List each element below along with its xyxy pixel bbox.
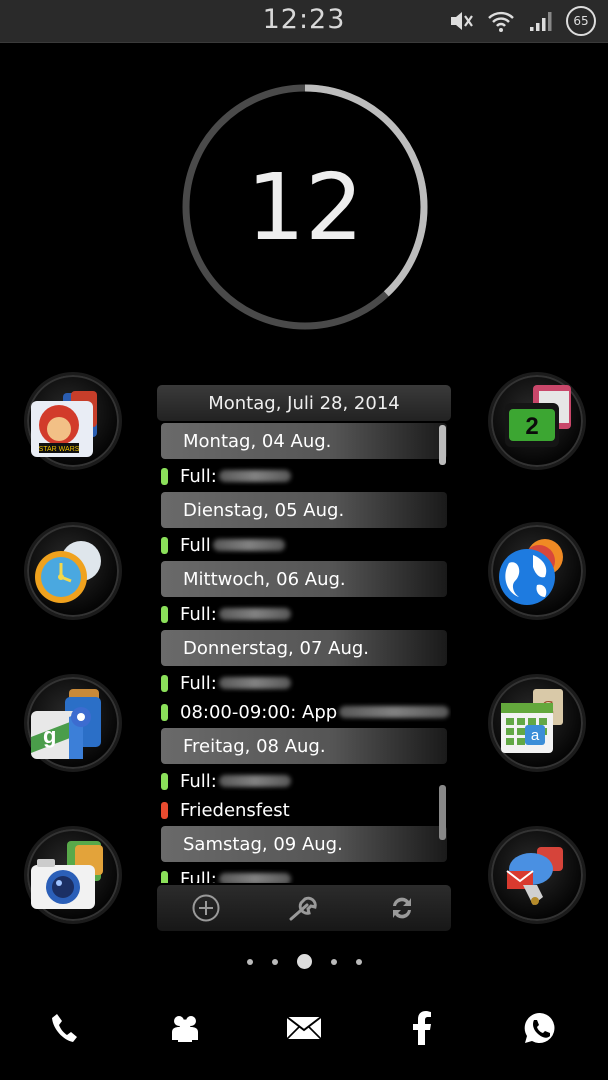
redacted-text bbox=[218, 775, 291, 787]
event-item[interactable]: Full: bbox=[161, 866, 451, 883]
event-item[interactable]: 08:00-09:00: App bbox=[161, 699, 451, 725]
event-title: Full: bbox=[180, 603, 217, 625]
star-wars-folder-icon: STAR WARS bbox=[31, 391, 97, 457]
facebook-icon bbox=[413, 1011, 431, 1045]
event-title: Full: bbox=[180, 465, 217, 487]
scrollbar-bottom[interactable] bbox=[439, 785, 446, 840]
event-item[interactable]: Full: bbox=[161, 768, 451, 794]
redacted-text bbox=[218, 677, 291, 689]
event-color-indicator bbox=[161, 536, 168, 554]
browser-app[interactable] bbox=[488, 522, 586, 620]
facebook-button[interactable] bbox=[400, 1004, 444, 1052]
messaging-folder-icon bbox=[506, 847, 563, 905]
camera-folder-icon bbox=[31, 841, 103, 909]
alarm-clock-app[interactable] bbox=[24, 522, 122, 620]
day-header[interactable]: Freitag, 08 Aug. bbox=[161, 728, 447, 764]
event-title: Full: bbox=[180, 770, 217, 792]
messaging-folder[interactable] bbox=[488, 826, 586, 924]
maps-folder-icon: g bbox=[31, 689, 101, 759]
contacts-icon bbox=[172, 1016, 198, 1042]
page-dot[interactable] bbox=[296, 954, 312, 969]
star-wars-folder[interactable]: STAR WARS bbox=[24, 372, 122, 470]
day-header[interactable]: Mittwoch, 06 Aug. bbox=[161, 561, 447, 597]
redacted-text bbox=[339, 706, 450, 718]
page-dot[interactable] bbox=[271, 958, 278, 965]
camera-folder[interactable] bbox=[24, 826, 122, 924]
phone-button[interactable] bbox=[42, 1004, 86, 1052]
mail-button[interactable] bbox=[282, 1004, 326, 1052]
refresh-button[interactable] bbox=[385, 891, 419, 925]
clock-widget[interactable]: 12 bbox=[180, 82, 430, 332]
battery-level: 65 bbox=[566, 6, 596, 36]
event-color-indicator bbox=[161, 703, 168, 721]
event-title: Full: bbox=[180, 868, 217, 884]
mail-icon bbox=[286, 1016, 322, 1040]
day-header[interactable]: Samstag, 09 Aug. bbox=[161, 826, 447, 862]
settings-button[interactable] bbox=[287, 891, 321, 925]
svg-text:a: a bbox=[531, 727, 540, 744]
alarm-clock-icon bbox=[35, 541, 101, 603]
tv-app-folder-icon: 2 bbox=[505, 385, 571, 447]
event-title: Full: bbox=[180, 672, 217, 694]
event-color-indicator bbox=[161, 772, 168, 790]
redacted-text bbox=[212, 539, 285, 551]
day-header[interactable]: Montag, 04 Aug. bbox=[161, 423, 447, 459]
phone-icon bbox=[52, 1014, 77, 1042]
add-event-button[interactable] bbox=[189, 891, 223, 925]
battery-icon: 65 bbox=[566, 6, 596, 36]
contacts-button[interactable] bbox=[163, 1004, 207, 1052]
wifi-icon bbox=[486, 6, 516, 36]
redacted-text bbox=[218, 470, 291, 482]
page-dot[interactable] bbox=[246, 958, 253, 965]
signal-icon bbox=[526, 6, 556, 36]
day-header[interactable]: Dienstag, 05 Aug. bbox=[161, 492, 447, 528]
day-header[interactable]: Donnerstag, 07 Aug. bbox=[161, 630, 447, 666]
calendar-toolbar bbox=[157, 885, 451, 931]
event-item[interactable]: Full: bbox=[161, 670, 451, 696]
calendar-widget[interactable]: Montag, Juli 28, 2014 Montag, 04 Aug. Ful… bbox=[157, 385, 451, 933]
browser-globe-icon bbox=[499, 539, 563, 605]
scrollbar-top[interactable] bbox=[439, 425, 446, 465]
event-item[interactable]: Full: bbox=[161, 601, 451, 627]
event-color-indicator bbox=[161, 467, 168, 485]
tv-app-folder[interactable]: 2 bbox=[488, 372, 586, 470]
event-color-indicator bbox=[161, 870, 168, 883]
add-icon bbox=[192, 894, 220, 922]
event-title: 08:00-09:00: App bbox=[180, 701, 338, 723]
refresh-icon bbox=[393, 897, 411, 919]
status-bar: 12:23 65 bbox=[0, 0, 608, 43]
event-title: Full bbox=[180, 534, 211, 556]
event-color-indicator bbox=[161, 674, 168, 692]
clock-hour: 12 bbox=[246, 153, 364, 261]
wrench-icon bbox=[289, 896, 317, 921]
calendar-header-date[interactable]: Montag, Juli 28, 2014 bbox=[157, 385, 451, 421]
redacted-text bbox=[218, 873, 291, 883]
page-dot[interactable] bbox=[330, 958, 337, 965]
page-dot[interactable] bbox=[355, 958, 362, 965]
svg-text:2: 2 bbox=[525, 413, 538, 440]
agenda-list[interactable]: Montag, 04 Aug. Full: Dienstag, 05 Aug. Ful… bbox=[157, 423, 451, 883]
dock bbox=[0, 1004, 608, 1052]
event-item[interactable]: Friedensfest bbox=[161, 797, 451, 823]
whatsapp-icon bbox=[524, 1012, 555, 1043]
event-title: Friedensfest bbox=[180, 799, 290, 821]
calendar-app-icon: S a bbox=[501, 689, 563, 753]
mute-icon bbox=[446, 6, 476, 36]
whatsapp-button[interactable] bbox=[518, 1004, 562, 1052]
calendar-app[interactable]: S a bbox=[488, 674, 586, 772]
event-item[interactable]: Full bbox=[161, 532, 451, 558]
redacted-text bbox=[218, 608, 291, 620]
event-color-indicator bbox=[161, 801, 168, 819]
event-item[interactable]: Full: bbox=[161, 463, 451, 489]
svg-text:g: g bbox=[43, 723, 56, 748]
maps-folder[interactable]: g bbox=[24, 674, 122, 772]
svg-text:STAR WARS: STAR WARS bbox=[39, 446, 80, 453]
event-color-indicator bbox=[161, 605, 168, 623]
page-indicator[interactable] bbox=[0, 954, 608, 969]
